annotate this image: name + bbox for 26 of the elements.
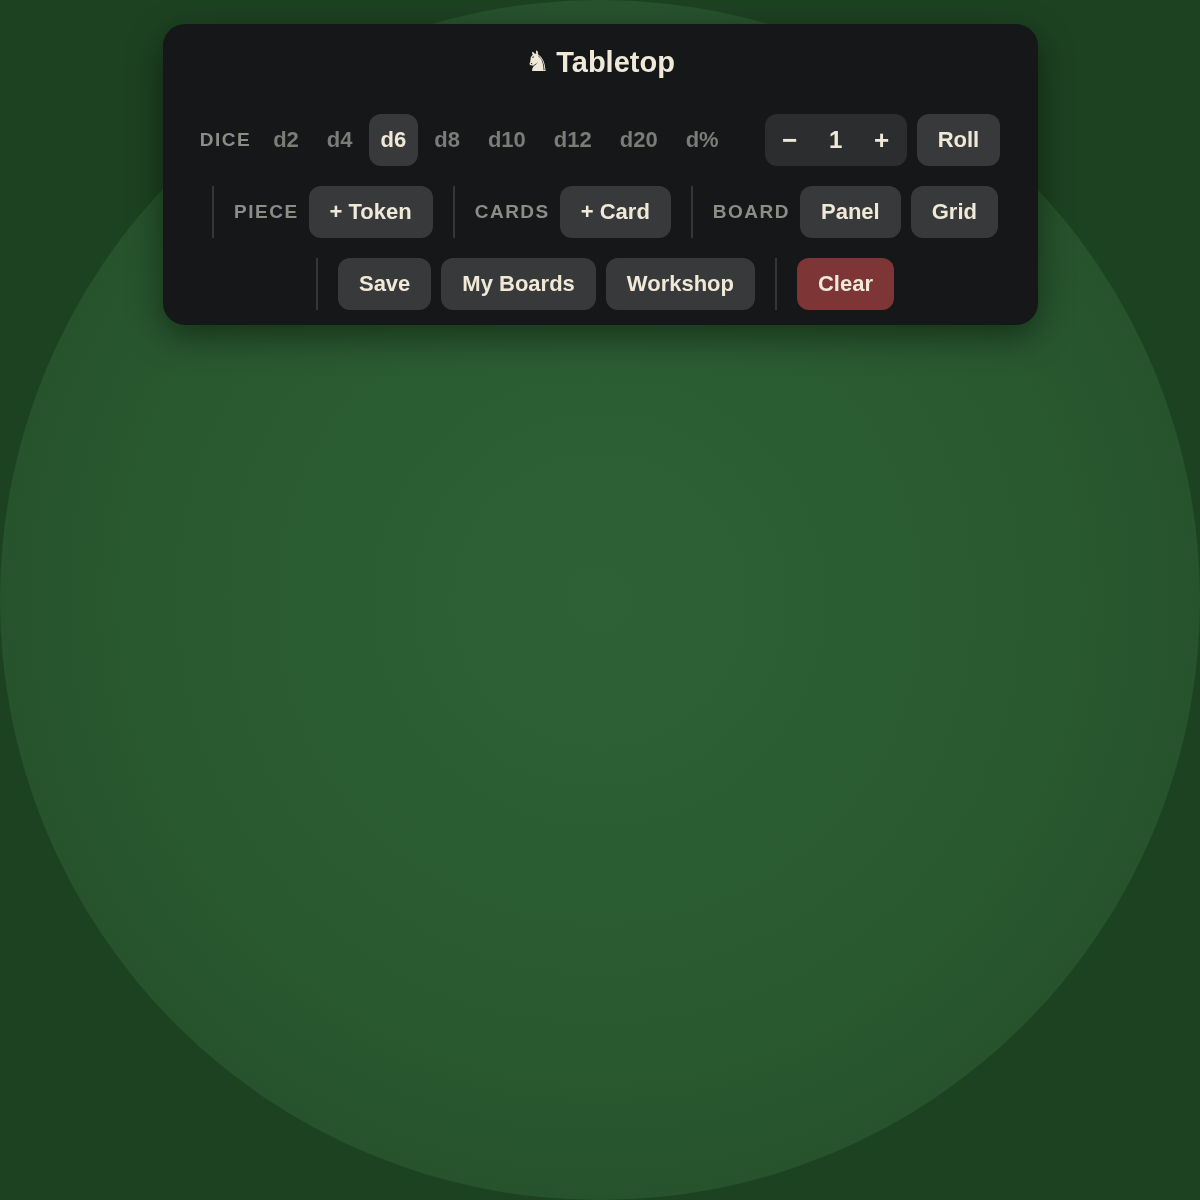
action-button[interactable]: Grid: [910, 186, 998, 238]
decrement-button[interactable]: −: [766, 114, 813, 166]
die-option[interactable]: d12: [541, 114, 604, 166]
die-option[interactable]: d8: [422, 114, 472, 166]
section-label: PIECE: [234, 201, 299, 223]
increment-button[interactable]: +: [858, 114, 905, 166]
danger-button[interactable]: Clear: [797, 258, 895, 310]
dice-count-value: 1: [828, 126, 844, 154]
roll-button[interactable]: Roll: [916, 114, 1001, 166]
action-button[interactable]: My Boards: [441, 258, 596, 310]
section-label: BOARD: [712, 201, 790, 223]
action-button[interactable]: Save: [337, 258, 432, 310]
section-label: CARDS: [474, 201, 550, 223]
die-option[interactable]: d20: [607, 114, 670, 166]
knight-icon: ♞: [525, 48, 551, 76]
section-label: DICE: [199, 129, 252, 151]
die-option[interactable]: d6: [368, 114, 419, 166]
die-option[interactable]: d10: [475, 114, 538, 166]
action-button[interactable]: + Card: [559, 186, 671, 238]
panel-title: Tabletop: [556, 45, 675, 80]
die-option[interactable]: d%: [673, 114, 731, 166]
action-button[interactable]: + Token: [308, 186, 433, 238]
action-button[interactable]: Workshop: [605, 258, 755, 310]
die-option[interactable]: d4: [314, 114, 365, 166]
action-button[interactable]: Panel: [800, 186, 901, 238]
die-option[interactable]: d2: [261, 114, 311, 166]
